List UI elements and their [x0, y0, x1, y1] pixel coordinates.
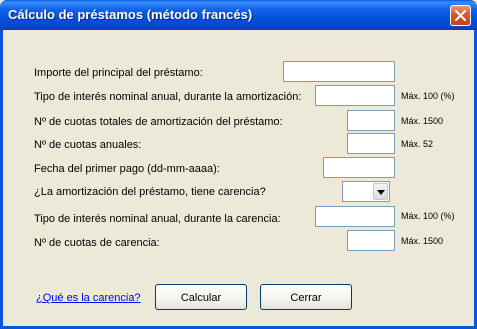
rate-hint: Máx. 100 (%): [401, 91, 455, 101]
total-installments-label: Nº de cuotas totales de amortización del…: [34, 116, 283, 128]
grace-select[interactable]: [342, 181, 390, 202]
rate-label: Tipo de interés nominal anual, durante l…: [34, 91, 302, 103]
window-title: Cálculo de préstamos (método francés): [8, 7, 253, 22]
dialog-body: Importe del principal del préstamo: Tipo…: [3, 30, 474, 326]
principal-label: Importe del principal del préstamo:: [34, 67, 203, 79]
grace-rate-label: Tipo de interés nominal anual, durante l…: [34, 213, 281, 225]
first-payment-input[interactable]: [323, 157, 395, 178]
grace-rate-hint: Máx. 100 (%): [401, 211, 455, 221]
grace-installments-hint: Máx. 1500: [401, 236, 444, 246]
close-icon: [455, 10, 466, 21]
first-payment-label: Fecha del primer pago (dd-mm-aaaa):: [34, 163, 220, 175]
calculate-button[interactable]: Calcular: [155, 284, 247, 310]
grace-installments-label: Nº de cuotas de carencia:: [34, 237, 160, 249]
total-installments-hint: Máx. 1500: [401, 116, 444, 126]
grace-installments-input[interactable]: [347, 230, 395, 251]
chevron-down-icon: [377, 190, 385, 195]
grace-help-link[interactable]: ¿Qué es la carencia?: [36, 292, 141, 304]
dropdown-button[interactable]: [373, 183, 388, 200]
annual-installments-label: Nº de cuotas anuales:: [34, 139, 142, 151]
annual-installments-hint: Máx. 52: [401, 139, 434, 149]
rate-input[interactable]: [315, 85, 395, 106]
close-dialog-button[interactable]: Cerrar: [260, 284, 352, 310]
principal-input[interactable]: [283, 61, 395, 82]
total-installments-input[interactable]: [347, 110, 395, 131]
title-bar[interactable]: Cálculo de préstamos (método francés): [0, 0, 477, 30]
close-button[interactable]: [450, 5, 471, 26]
grace-rate-input[interactable]: [315, 206, 395, 227]
grace-question-label: ¿La amortización del préstamo, tiene car…: [34, 186, 266, 198]
annual-installments-input[interactable]: [347, 133, 395, 154]
dialog-window: Cálculo de préstamos (método francés) Im…: [0, 0, 477, 329]
